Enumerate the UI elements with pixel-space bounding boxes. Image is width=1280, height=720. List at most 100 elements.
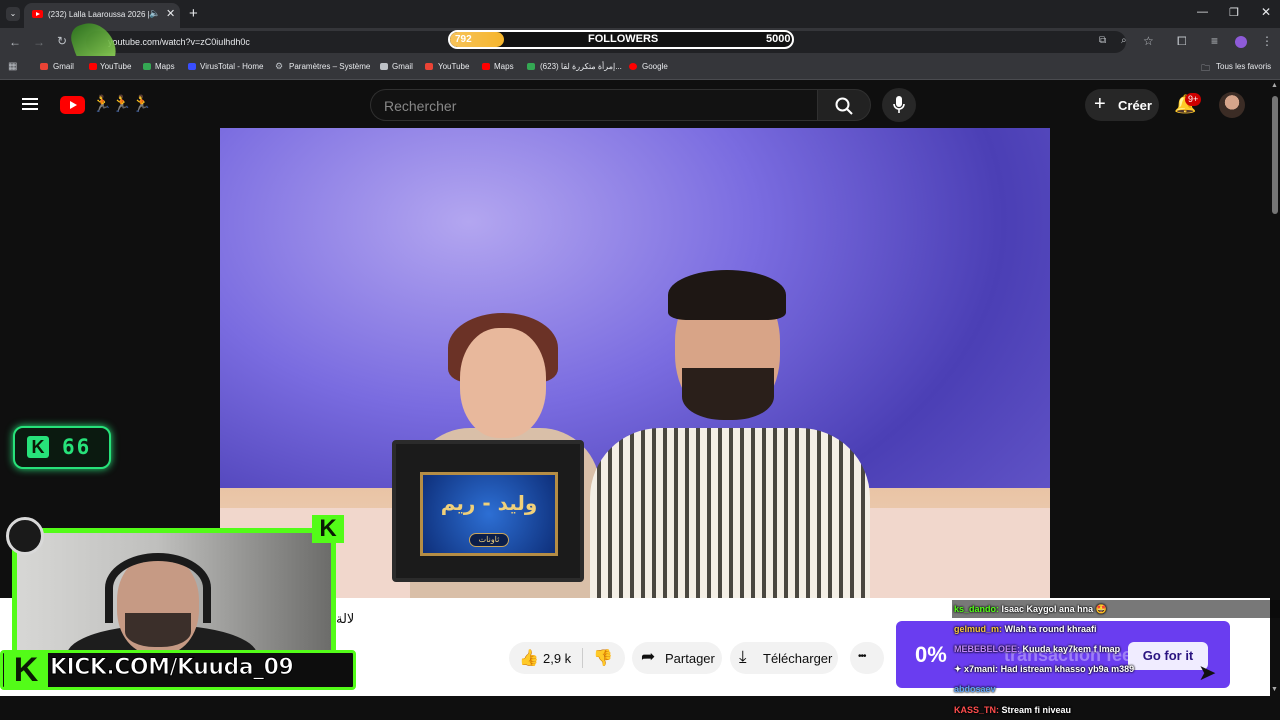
back-icon[interactable]: ←	[9, 35, 21, 49]
like-dislike-group: 👍 2,9 k 👎	[509, 642, 625, 674]
chat-user: MEBEBELOEE:	[954, 644, 1021, 654]
bookmark-maps-2-icon	[482, 63, 490, 70]
hamburger-menu-icon[interactable]	[22, 98, 38, 100]
forward-icon[interactable]: →	[33, 35, 45, 49]
new-tab-icon[interactable]: +	[189, 5, 198, 22]
share-button[interactable]: ➦ Partager	[632, 642, 722, 674]
bookmark-maps-icon	[143, 63, 151, 70]
more-dots-icon: •••	[858, 651, 866, 662]
minimize-icon[interactable]: —	[1197, 6, 1208, 18]
promo-go-button[interactable]: Go for it	[1128, 642, 1208, 670]
followers-label: FOLLOWERS	[588, 33, 659, 45]
bookmark-gmail[interactable]: Gmail	[53, 62, 74, 71]
bookmark-video-icon	[527, 63, 535, 70]
chat-user: ✦ x7mani:	[954, 664, 999, 674]
video-monitor-subtitle: ثاونات	[469, 533, 509, 547]
bookmark-video[interactable]: (623) إمرأة متكررة لقا...	[540, 62, 622, 71]
bookmark-parametres[interactable]: Paramètres – Système	[289, 62, 370, 71]
youtube-logo-icon[interactable]	[60, 96, 85, 114]
chat-message: ✦ x7mani: Had istream khasso yb9a m389	[954, 664, 1134, 675]
tab-close-icon[interactable]: ✕	[166, 7, 175, 20]
profile-avatar-icon[interactable]	[1235, 36, 1247, 48]
chat-message: KASS_TN: Stream fi niveau	[954, 705, 1071, 715]
bookmark-youtube-2[interactable]: YouTube	[438, 62, 469, 71]
tab-search-chevron-icon[interactable]: ⌄	[6, 7, 20, 21]
chat-text: Wlah ta round khraafi	[1004, 624, 1097, 634]
media-controls-icon[interactable]: ≡	[1211, 34, 1218, 48]
bookmark-virustotal[interactable]: VirusTotal - Home	[200, 62, 263, 71]
chat-message: MEBEBELOEE: Kuuda kay7kem f lmap	[954, 644, 1120, 654]
search-icon	[835, 97, 853, 115]
bookmark-youtube-2-icon	[425, 63, 433, 70]
share-arrow-icon: ➦	[641, 647, 656, 666]
bottom-strip	[0, 696, 1280, 720]
bookmark-settings-gear-icon: ⚙	[275, 61, 284, 71]
chat-user: KASS_TN:	[954, 705, 1000, 715]
extensions-icon[interactable]: ⧠	[1177, 34, 1187, 49]
bookmark-gmail-icon	[40, 63, 48, 70]
search-input[interactable]: Rechercher	[370, 89, 818, 121]
more-actions-button[interactable]: •••	[850, 642, 884, 674]
apps-grid-icon[interactable]: ▦	[8, 61, 17, 72]
create-label: Créer	[1118, 98, 1152, 113]
tab-title: (232) Lalla Laaroussa 2026 |	[48, 10, 150, 19]
video-player[interactable]: وليد - ريم ثاونات	[220, 128, 1050, 598]
video-couple-name-monitor: وليد - ريم ثاونات	[392, 440, 584, 582]
scroll-down-icon[interactable]: ▼	[1271, 686, 1278, 693]
video-title: لالة	[336, 612, 355, 627]
voice-search-button[interactable]	[882, 88, 916, 122]
cast-icon[interactable]: ⧉	[1099, 35, 1106, 46]
like-divider	[582, 648, 583, 668]
scroll-up-icon[interactable]: ▲	[1271, 82, 1278, 89]
download-button[interactable]: ⤓ Télécharger	[730, 642, 838, 674]
bookmark-google-icon	[629, 63, 637, 70]
video-monitor-screen: وليد - ريم ثاونات	[420, 472, 558, 556]
kick-banner-k-icon: K	[4, 651, 48, 689]
bookmark-youtube-icon	[89, 63, 97, 70]
chat-message: gelmud_m: Wlah ta round khraafi	[954, 624, 1097, 634]
share-label: Partager	[665, 651, 715, 666]
chat-text: Had istream khasso yb9a m389	[1000, 664, 1135, 674]
bookmark-maps[interactable]: Maps	[155, 62, 175, 71]
search-button[interactable]	[817, 89, 871, 121]
bookmark-gmail-2[interactable]: Gmail	[392, 62, 413, 71]
zoom-icon[interactable]: ⌕	[1121, 35, 1127, 46]
microphone-icon	[893, 96, 905, 113]
youtube-favicon-icon	[32, 10, 43, 18]
window-close-icon[interactable]: ✕	[1261, 5, 1271, 19]
search-placeholder: Rechercher	[384, 98, 457, 114]
doodle-figures-icon[interactable]: 🏃🏃🏃	[92, 94, 152, 114]
bookmark-star-icon[interactable]: ☆	[1143, 34, 1154, 48]
restore-icon[interactable]: ❐	[1229, 6, 1239, 19]
bookmark-gmail-2-icon	[380, 63, 388, 70]
chat-text: Stream fi niveau	[1001, 705, 1072, 715]
bookmark-virustotal-icon	[188, 63, 196, 70]
followers-current: 792	[455, 34, 472, 45]
video-man-beard	[682, 368, 774, 420]
like-icon[interactable]: 👍	[519, 648, 539, 668]
webcam-headset	[105, 553, 211, 623]
chat-message: abdosaev	[954, 684, 996, 694]
all-bookmarks[interactable]: Tous les favoris	[1216, 62, 1271, 71]
chat-user: ks_dando:	[954, 604, 1000, 614]
streamer-emblem-logo	[6, 517, 44, 555]
page-scrollbar-thumb[interactable]	[1272, 96, 1278, 214]
promo-percent: 0%	[915, 642, 947, 667]
chat-user: gelmud_m:	[954, 624, 1003, 634]
download-icon: ⤓	[739, 647, 747, 666]
notification-badge: 9+	[1185, 93, 1202, 106]
tab-audio-icon[interactable]: 🔈	[149, 8, 160, 19]
plus-icon: +	[1094, 93, 1106, 115]
dislike-icon[interactable]: 👎	[593, 648, 613, 668]
create-button[interactable]: + Créer	[1085, 89, 1159, 121]
bookmark-youtube[interactable]: YouTube	[100, 62, 131, 71]
bookmark-maps-2[interactable]: Maps	[494, 62, 514, 71]
kick-k-icon: K	[27, 436, 49, 458]
reload-icon[interactable]: ↻	[57, 34, 67, 48]
address-url[interactable]: youtube.com/watch?v=zC0iulhdh0c	[108, 37, 250, 47]
account-avatar[interactable]	[1219, 92, 1245, 118]
bookmark-google[interactable]: Google	[642, 62, 668, 71]
like-count[interactable]: 2,9 k	[543, 651, 571, 666]
browser-menu-icon[interactable]: ⋮	[1261, 34, 1273, 48]
video-woman-head	[460, 328, 546, 438]
